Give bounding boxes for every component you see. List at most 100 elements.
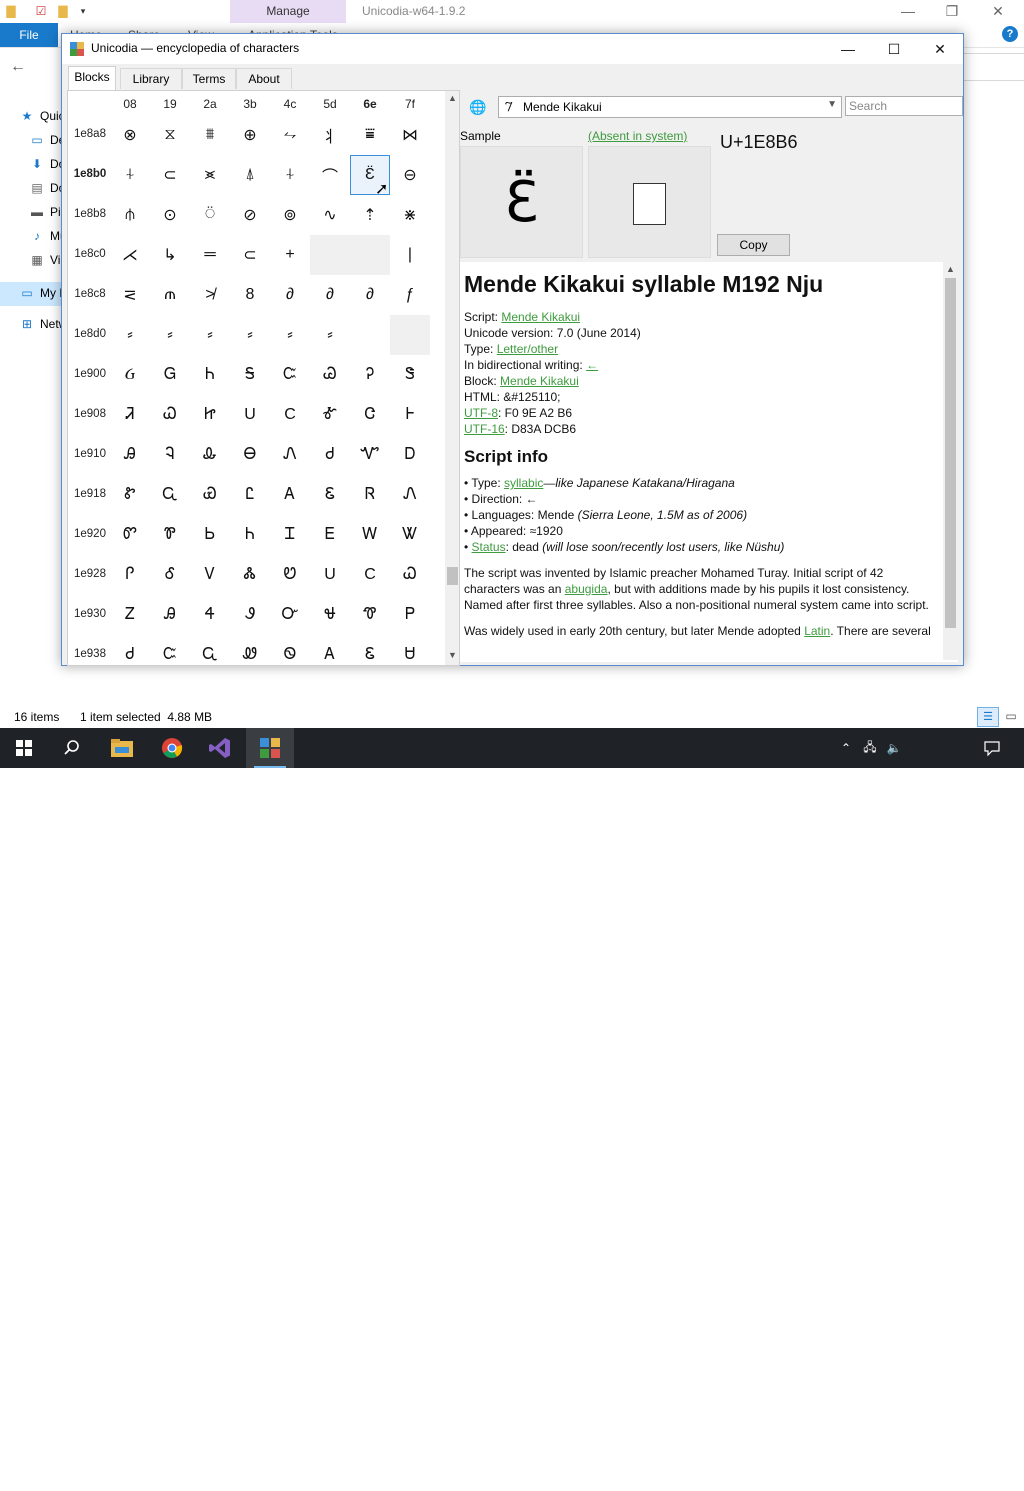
start-icon[interactable]: [0, 728, 48, 768]
char-cell[interactable]: Ꮕ: [270, 595, 310, 635]
tab-library[interactable]: Library: [120, 68, 182, 89]
globe-search-icon[interactable]: 🌐: [467, 97, 489, 117]
char-cell[interactable]: +: [270, 235, 310, 275]
file-explorer-icon[interactable]: [98, 728, 146, 768]
char-cell[interactable]: ⋌: [110, 235, 150, 275]
char-cell[interactable]: Ꮂ: [190, 435, 230, 475]
new-folder-icon[interactable]: ▇: [56, 4, 70, 18]
char-cell[interactable]: Ꮀ: [390, 395, 430, 435]
char-cell[interactable]: ═: [190, 235, 230, 275]
char-cell[interactable]: ⸗: [270, 315, 310, 355]
char-cell[interactable]: ⋇: [390, 195, 430, 235]
notifications-icon[interactable]: [980, 728, 1004, 768]
char-cell[interactable]: Ꭰ: [390, 435, 430, 475]
char-cell[interactable]: Ꮈ: [150, 435, 190, 475]
char-cell[interactable]: ⧖: [150, 115, 190, 155]
char-cell[interactable]: ⍋: [230, 155, 270, 195]
char-cell[interactable]: ⸗: [150, 315, 190, 355]
char-cell[interactable]: Ꮷ: [110, 635, 150, 665]
char-cell[interactable]: ⊗: [110, 115, 150, 155]
close-icon[interactable]: ✕: [978, 2, 1018, 20]
char-cell[interactable]: Ꮑ: [270, 435, 310, 475]
char-cell[interactable]: Ꮤ: [390, 515, 430, 555]
char-cell[interactable]: Ꮜ: [390, 635, 430, 665]
char-cell[interactable]: ⸗: [190, 315, 230, 355]
char-cell[interactable]: ⸗: [110, 315, 150, 355]
char-cell[interactable]: Ꮑ: [390, 475, 430, 515]
scroll-up-icon[interactable]: ▲: [448, 93, 457, 103]
char-cell[interactable]: ⺦: [310, 115, 350, 155]
char-cell[interactable]: Ꮿ: [190, 475, 230, 515]
char-cell[interactable]: ∂: [350, 275, 390, 315]
char-cell[interactable]: Ꮭ: [230, 475, 270, 515]
tab-about[interactable]: About: [236, 68, 292, 89]
char-cell[interactable]: ⊖: [390, 155, 430, 195]
qat-dropdown-icon[interactable]: ▾: [76, 4, 90, 18]
char-cell[interactable]: Ꮒ: [190, 355, 230, 395]
char-cell[interactable]: Ꮫ: [110, 515, 150, 555]
char-cell[interactable]: ⊚: [270, 195, 310, 235]
char-cell[interactable]: ⥊: [270, 115, 310, 155]
char-cell[interactable]: Ꮳ: [350, 395, 390, 435]
char-cell[interactable]: ⩩: [190, 115, 230, 155]
volume-icon[interactable]: 🔈: [882, 728, 906, 768]
char-cell[interactable]: ⍭: [110, 155, 150, 195]
char-cell[interactable]: ⍭: [270, 155, 310, 195]
char-cell[interactable]: Ꮰ: [310, 595, 350, 635]
search-box[interactable]: [963, 53, 1024, 81]
char-cell[interactable]: Ꮃ: [350, 515, 390, 555]
network-icon[interactable]: 🖧: [858, 728, 882, 768]
details-view-icon[interactable]: ☰: [977, 707, 999, 727]
char-cell[interactable]: Ꮨ: [110, 395, 150, 435]
char-cell[interactable]: ⸗: [310, 315, 350, 355]
bidi-link[interactable]: ←: [586, 358, 598, 372]
unicodia-icon[interactable]: [246, 728, 294, 768]
latin-link[interactable]: Latin: [804, 624, 830, 638]
block-link[interactable]: Mende Kikakui: [500, 374, 579, 388]
char-cell[interactable]: ⊕: [230, 115, 270, 155]
char-cell[interactable]: Ꮛ: [310, 475, 350, 515]
char-cell[interactable]: [310, 235, 350, 275]
char-cell[interactable]: ⌒: [310, 155, 350, 195]
char-cell[interactable]: Ꮱ: [350, 595, 390, 635]
char-cell[interactable]: Ꮉ: [310, 395, 350, 435]
properties-icon[interactable]: ☑: [34, 4, 48, 18]
char-cell[interactable]: Ꮄ: [150, 555, 190, 595]
char-cell[interactable]: Ꭺ: [310, 635, 350, 665]
char-cell[interactable]: [390, 315, 430, 355]
tray-chevron-up-icon[interactable]: ⌃: [836, 728, 856, 768]
char-cell[interactable]: ⋈: [390, 115, 430, 155]
char-cell[interactable]: [350, 315, 390, 355]
char-cell[interactable]: Ꮓ: [110, 595, 150, 635]
char-cell[interactable]: U: [310, 555, 350, 595]
char-cell[interactable]: 8: [230, 275, 270, 315]
char-cell[interactable]: C: [270, 395, 310, 435]
char-cell[interactable]: ∂: [310, 275, 350, 315]
back-arrow-icon[interactable]: ←: [10, 58, 26, 76]
clock[interactable]: 7:42 AM 2/17/2023: [906, 1459, 976, 1491]
char-cell[interactable]: ⋜: [110, 275, 150, 315]
char-cell[interactable]: ⍥: [190, 195, 230, 235]
char-cell[interactable]: |: [390, 235, 430, 275]
restore-icon[interactable]: ❐: [932, 2, 972, 20]
char-cell[interactable]: Ꮸ: [150, 635, 190, 665]
char-cell[interactable]: Ꮙ: [350, 435, 390, 475]
char-cell[interactable]: ∿: [310, 195, 350, 235]
char-cell[interactable]: ⇡: [350, 195, 390, 235]
char-cell[interactable]: U: [230, 395, 270, 435]
type-link[interactable]: Letter/other: [497, 342, 558, 356]
char-cell[interactable]: Ꮎ: [230, 435, 270, 475]
char-cell[interactable]: Ꭼ: [310, 515, 350, 555]
char-cell[interactable]: Ꭺ: [270, 475, 310, 515]
char-cell[interactable]: Ꮅ: [110, 555, 150, 595]
char-cell[interactable]: Ꮻ: [270, 635, 310, 665]
char-cell[interactable]: ⊙: [150, 195, 190, 235]
tab-blocks[interactable]: Blocks: [68, 66, 116, 90]
folder-icon[interactable]: ▇: [4, 4, 18, 18]
script-selector[interactable]: 𞠀 Mende Kikakui ▼: [498, 96, 842, 118]
char-cell[interactable]: Ꮢ: [350, 475, 390, 515]
minimize-icon[interactable]: —: [825, 34, 871, 64]
char-cell[interactable]: Ꮷ: [310, 435, 350, 475]
close-icon[interactable]: ✕: [917, 34, 963, 64]
char-cell[interactable]: ↳: [150, 235, 190, 275]
